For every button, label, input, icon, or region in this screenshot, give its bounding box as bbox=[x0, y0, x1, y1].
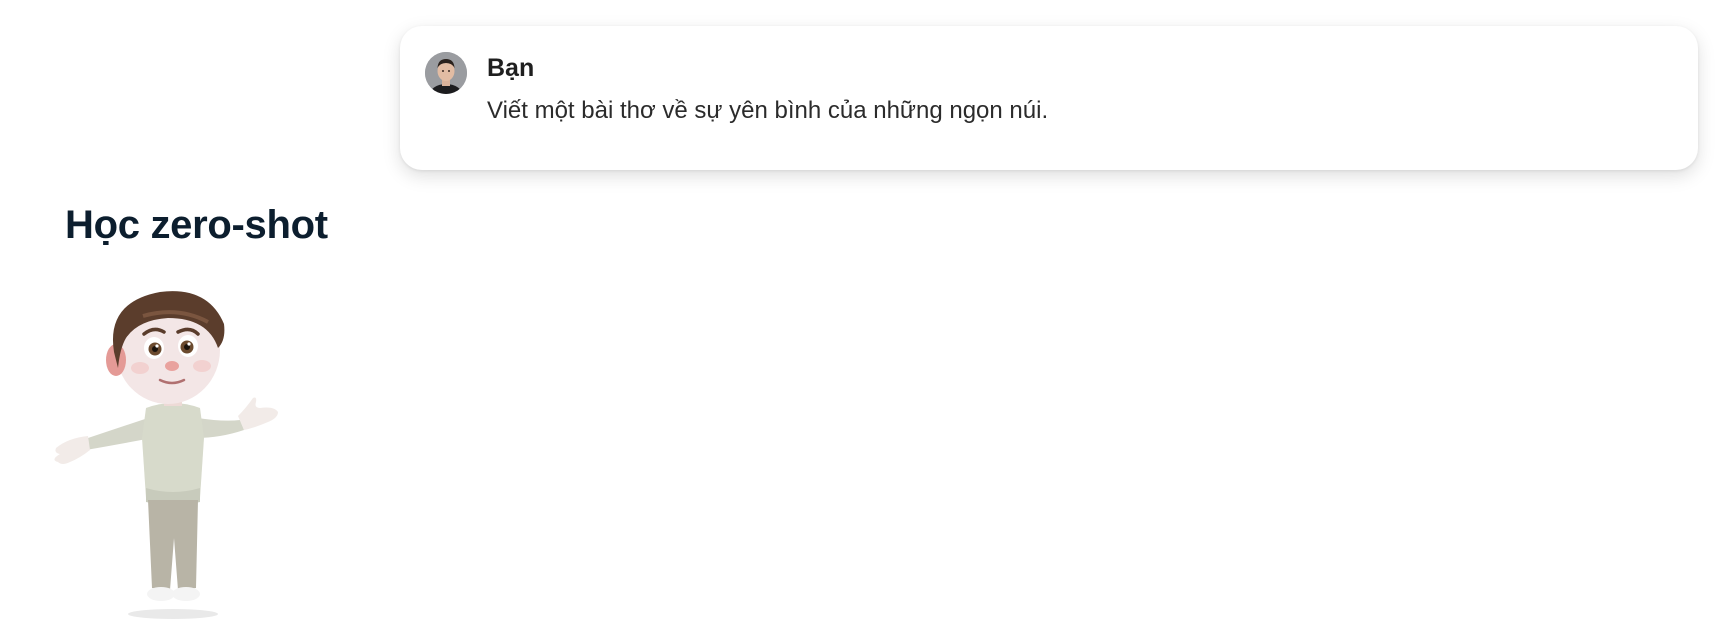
cartoon-character-icon bbox=[54, 291, 278, 619]
section-title: Học zero-shot bbox=[65, 203, 328, 247]
message-author: Bạn bbox=[487, 54, 535, 82]
page: Bạn Viết một bài thơ về sự yên bình của … bbox=[0, 0, 1728, 624]
avatar-portrait-icon bbox=[425, 52, 467, 94]
user-avatar bbox=[425, 52, 467, 94]
message-text: Viết một bài thơ về sự yên bình của nhữn… bbox=[487, 97, 1049, 124]
user-message-card: Bạn Viết một bài thơ về sự yên bình của … bbox=[400, 26, 1698, 170]
